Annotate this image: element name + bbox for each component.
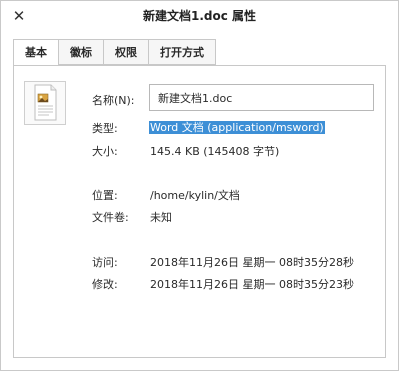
modified-value: 2018年11月26日 星期一 08时35分23秒	[150, 278, 354, 291]
type-label: 类型:	[92, 122, 118, 135]
type-value[interactable]: Word 文档 (application/msword)	[149, 119, 325, 135]
tab-bar: 基本 徽标 权限 打开方式	[13, 39, 216, 66]
tab-permissions[interactable]: 权限	[104, 39, 149, 65]
size-value: 145.4 KB (145408 字节)	[150, 145, 280, 158]
location-value: /home/kylin/文档	[150, 189, 240, 202]
accessed-value: 2018年11月26日 星期一 08时35分28秒	[150, 256, 354, 269]
document-icon[interactable]	[24, 81, 66, 125]
tab-open-with[interactable]: 打开方式	[149, 39, 216, 65]
type-value-text: Word 文档 (application/msword)	[149, 121, 325, 134]
window-title: 新建文档1.doc 属性	[142, 9, 257, 23]
accessed-label: 访问:	[92, 256, 118, 269]
size-label: 大小:	[92, 145, 118, 158]
modified-label: 修改:	[92, 278, 118, 291]
tab-emblems[interactable]: 徽标	[59, 39, 104, 65]
close-button[interactable]: ✕	[10, 7, 28, 25]
tab-basic[interactable]: 基本	[13, 39, 59, 66]
name-label: 名称(N):	[92, 94, 135, 107]
properties-dialog: ✕ 新建文档1.doc 属性 基本 徽标 权限 打开方式 名称(N): 类型: …	[0, 0, 399, 371]
document-icon-graphic	[34, 84, 57, 121]
volume-value: 未知	[150, 211, 172, 224]
volume-label: 文件卷:	[92, 211, 129, 224]
title-bar: ✕ 新建文档1.doc 属性	[1, 1, 398, 31]
name-field[interactable]	[149, 84, 374, 111]
close-icon: ✕	[12, 7, 26, 25]
location-label: 位置:	[92, 189, 118, 202]
